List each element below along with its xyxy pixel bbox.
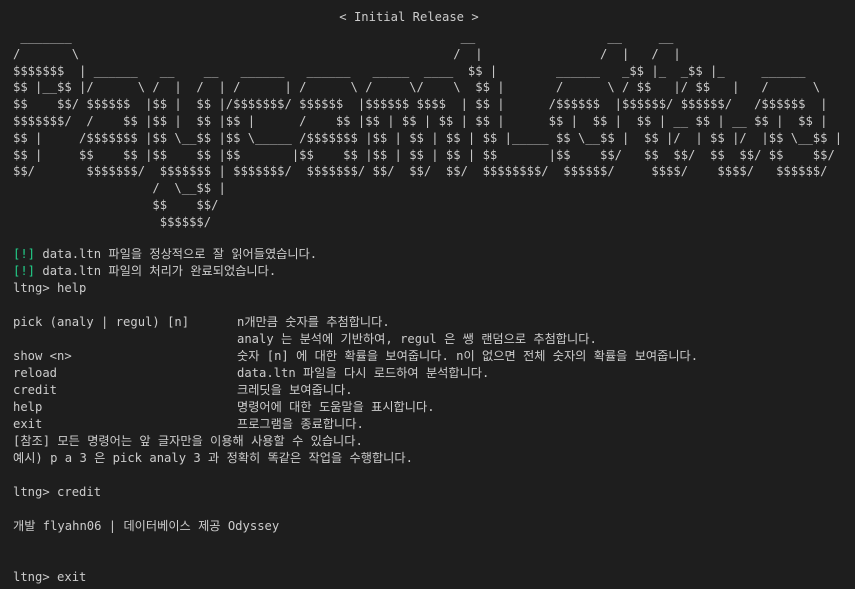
help-row: show <n> 숫자 [n] 에 대한 확률을 보여줍니다. n이 없으면 전체… [13, 348, 855, 365]
help-description: analy 는 분석에 기반하여, regul 은 쌩 랜덤으로 추첨합니다. [237, 332, 597, 346]
help-command: show <n> [13, 349, 72, 363]
help-command: exit [13, 417, 43, 431]
ascii-line: $$$$$$/ [13, 214, 212, 229]
help-row: exit 프로그램을 종료합니다. [13, 416, 855, 433]
help-description: 프로그램을 종료합니다. [237, 417, 364, 431]
help-row: analy 는 분석에 기반하여, regul 은 쌩 랜덤으로 추첨합니다. [13, 331, 855, 348]
ascii-line: / \ / | / | / | [13, 46, 681, 61]
ascii-line: $$/ $$$$$$$/ $$$$$$$ | $$$$$$$/ $$$$$$$/… [13, 164, 828, 179]
info-tag: [!] [13, 247, 36, 261]
terminal-window[interactable]: < Initial Release > _______ __ __ __ / \… [0, 0, 855, 589]
status-message: [!] data.ltn 파일의 처리가 완료되었습니다. [13, 263, 855, 280]
status-message: [!] data.ltn 파일을 정상적으로 잘 읽어들였습니다. [13, 246, 855, 263]
help-note: [참조] 모든 명령어는 앞 글자만을 이용해 사용할 수 있습니다. [13, 434, 363, 448]
help-row: credit 크레딧을 보여줍니다. [13, 382, 855, 399]
ascii-line: $$ $$/ $$$$$$ |$$ | $$ |/$$$$$$$/ $$$$$$… [13, 97, 828, 112]
command-line: ltng> credit [13, 484, 855, 501]
help-command: credit [13, 383, 58, 397]
command-line[interactable]: ltng> exit [13, 569, 855, 586]
ascii-line: $$$$$$$/ / $$ |$$ | $$ |$$ | / $$ |$$ | … [13, 113, 828, 128]
command-line: ltng> help [13, 280, 855, 297]
command-input[interactable]: exit [57, 570, 86, 584]
help-row: pick (analy | regul) [n] n개만큼 숫자를 추첨합니다. [13, 314, 855, 331]
console-output: [!] data.ltn 파일을 정상적으로 잘 읽어들였습니다. [!] da… [13, 246, 855, 586]
status-text: data.ltn 파일을 정상적으로 잘 읽어들였습니다. [35, 247, 318, 261]
command-input: help [57, 281, 87, 295]
ascii-logo: _______ __ __ __ / \ / | / | / | $$$$$$$… [13, 29, 842, 231]
prompt: ltng> [13, 485, 58, 499]
command-input: credit [57, 485, 102, 499]
ascii-line: / \__$$ | [13, 181, 226, 196]
ascii-line: _______ __ __ __ [13, 30, 674, 44]
help-row: reload data.ltn 파일을 다시 로드하여 분석합니다. [13, 365, 855, 382]
help-description: 숫자 [n] 에 대한 확률을 보여줍니다. n이 없으면 전체 숫자의 확률을… [237, 349, 699, 363]
help-command: reload [13, 366, 58, 380]
prompt: ltng> [13, 281, 58, 295]
help-description: 명령어에 대한 도움말을 표시합니다. [237, 400, 435, 414]
credit-text: 개발 flyahn06 | 데이터베이스 제공 Odyssey [13, 519, 280, 533]
info-tag: [!] [13, 264, 36, 278]
release-title: < Initial Release > [339, 10, 479, 24]
ascii-line: $$ |__$$ |/ \ / | / | / | / \ / \/ \ $$ … [13, 80, 821, 95]
ascii-line: $$ $$/ [13, 197, 219, 212]
ascii-line: $$ | /$$$$$$$ |$$ \__$$ |$$ \_____ /$$$$… [13, 130, 843, 145]
help-description: 크레딧을 보여줍니다. [237, 383, 353, 397]
help-row: help 명령어에 대한 도움말을 표시합니다. [13, 399, 855, 416]
prompt: ltng> [13, 570, 58, 584]
ascii-line: $$$$$$$ | ______ __ __ ______ ______ ___… [13, 63, 806, 78]
status-text: data.ltn 파일의 처리가 완료되었습니다. [35, 264, 277, 278]
help-description: data.ltn 파일을 다시 로드하여 분석합니다. [237, 366, 490, 380]
help-description: n개만큼 숫자를 추첨합니다. [237, 315, 390, 329]
help-command: help [13, 400, 43, 414]
help-command: pick (analy | regul) [n] [13, 315, 190, 329]
ascii-line: $$ | $$ $$ |$$ $$ |$$ |$$ $$ |$$ | $$ | … [13, 147, 835, 162]
help-example: 예시) p a 3 은 pick analy 3 과 정확히 똑같은 작업을 수… [13, 451, 413, 465]
